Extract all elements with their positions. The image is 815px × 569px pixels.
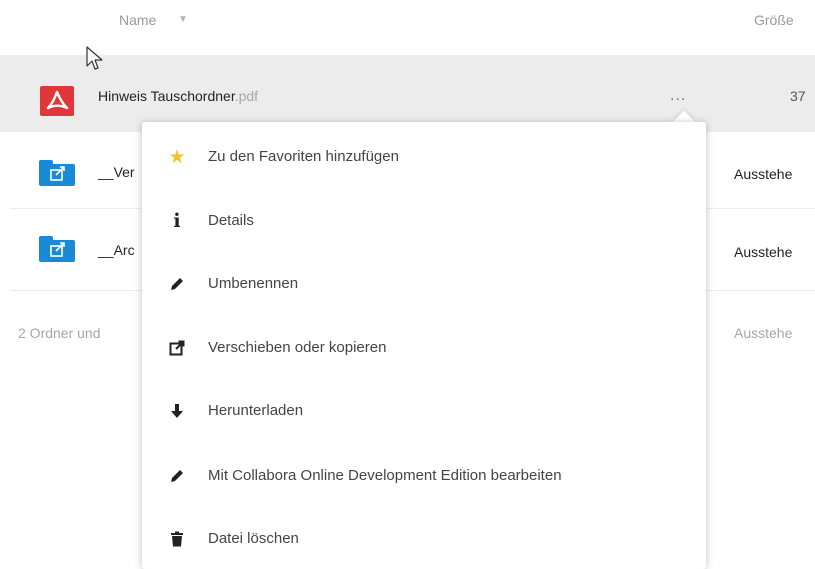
star-icon: ★ bbox=[168, 146, 186, 168]
more-actions-button[interactable]: ... bbox=[670, 87, 686, 105]
folder-name[interactable]: __Arc bbox=[98, 242, 135, 258]
file-base-name: Hinweis Tauschordner bbox=[98, 88, 235, 104]
shared-folder-icon bbox=[39, 236, 75, 262]
pdf-icon bbox=[40, 86, 74, 116]
file-extension: .pdf bbox=[234, 88, 259, 104]
menu-item-details[interactable]: i Details bbox=[142, 202, 706, 242]
column-header-name[interactable]: Name bbox=[119, 12, 156, 28]
menu-item-edit-collabora[interactable]: Mit Collabora Online Development Edition… bbox=[142, 457, 706, 497]
menu-item-label: Datei löschen bbox=[208, 530, 299, 547]
file-name[interactable]: Hinweis Tauschordner.pdf bbox=[98, 88, 258, 104]
menu-item-rename[interactable]: Umbenennen bbox=[142, 265, 706, 305]
folder-name[interactable]: __Ver bbox=[98, 164, 135, 180]
pencil-icon bbox=[168, 465, 186, 487]
download-arrow-icon bbox=[168, 400, 186, 422]
pencil-icon bbox=[168, 273, 186, 295]
menu-item-label: Mit Collabora Online Development Edition… bbox=[208, 467, 562, 484]
menu-item-label: Herunterladen bbox=[208, 402, 304, 419]
summary-text: 2 Ordner und bbox=[18, 325, 101, 341]
menu-item-label: Zu den Favoriten hinzufügen bbox=[208, 148, 399, 165]
caret-down-icon[interactable]: ▼ bbox=[178, 14, 188, 25]
info-icon: i bbox=[173, 210, 181, 232]
file-actions-menu: ★ Zu den Favoriten hinzufügen i Details … bbox=[142, 122, 706, 569]
menu-item-delete[interactable]: Datei löschen bbox=[142, 520, 706, 560]
file-size: 37 bbox=[790, 88, 806, 104]
shared-folder-icon bbox=[39, 160, 75, 186]
menu-item-label: Umbenennen bbox=[208, 275, 299, 292]
menu-item-move-copy[interactable]: Verschieben oder kopieren bbox=[142, 329, 706, 369]
menu-item-download[interactable]: Herunterladen bbox=[142, 392, 706, 432]
menu-item-label: Verschieben oder kopieren bbox=[208, 339, 387, 356]
file-status: Ausstehe bbox=[734, 244, 793, 260]
menu-item-label: Details bbox=[208, 212, 254, 229]
column-header-size[interactable]: Größe bbox=[754, 12, 794, 28]
menu-item-add-favorite[interactable]: ★ Zu den Favoriten hinzufügen bbox=[142, 138, 706, 178]
summary-status: Ausstehe bbox=[734, 325, 793, 341]
file-status: Ausstehe bbox=[734, 166, 793, 182]
mouse-pointer-icon bbox=[86, 46, 103, 70]
external-link-icon bbox=[168, 337, 186, 359]
trash-icon bbox=[168, 528, 186, 550]
